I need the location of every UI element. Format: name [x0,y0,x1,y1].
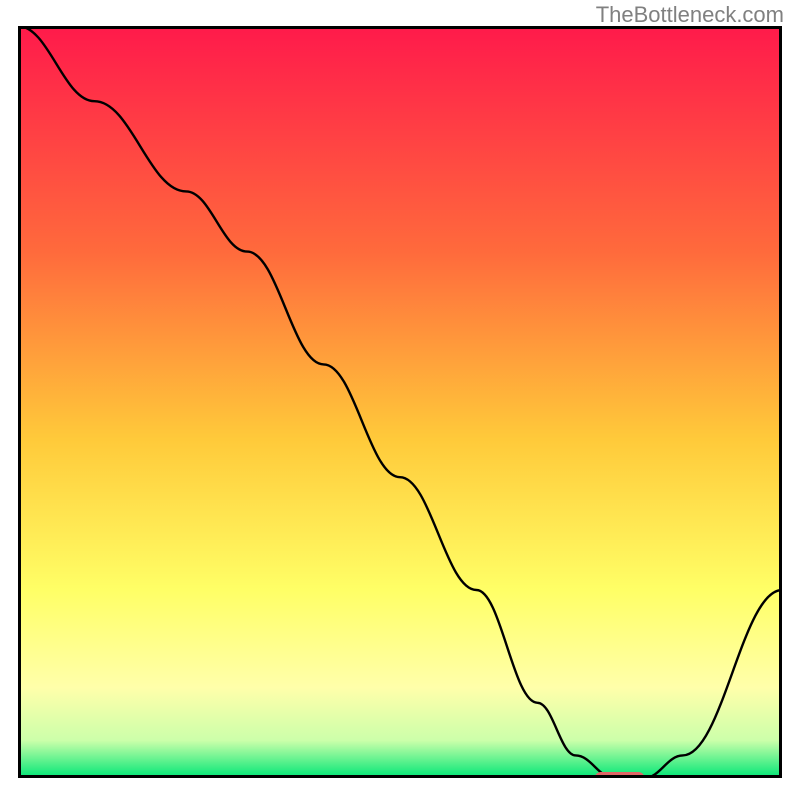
gradient-background [18,26,782,778]
watermark-text: TheBottleneck.com [596,2,784,28]
plot-area [18,26,782,778]
chart-container: TheBottleneck.com [0,0,800,800]
chart-svg [18,26,782,778]
